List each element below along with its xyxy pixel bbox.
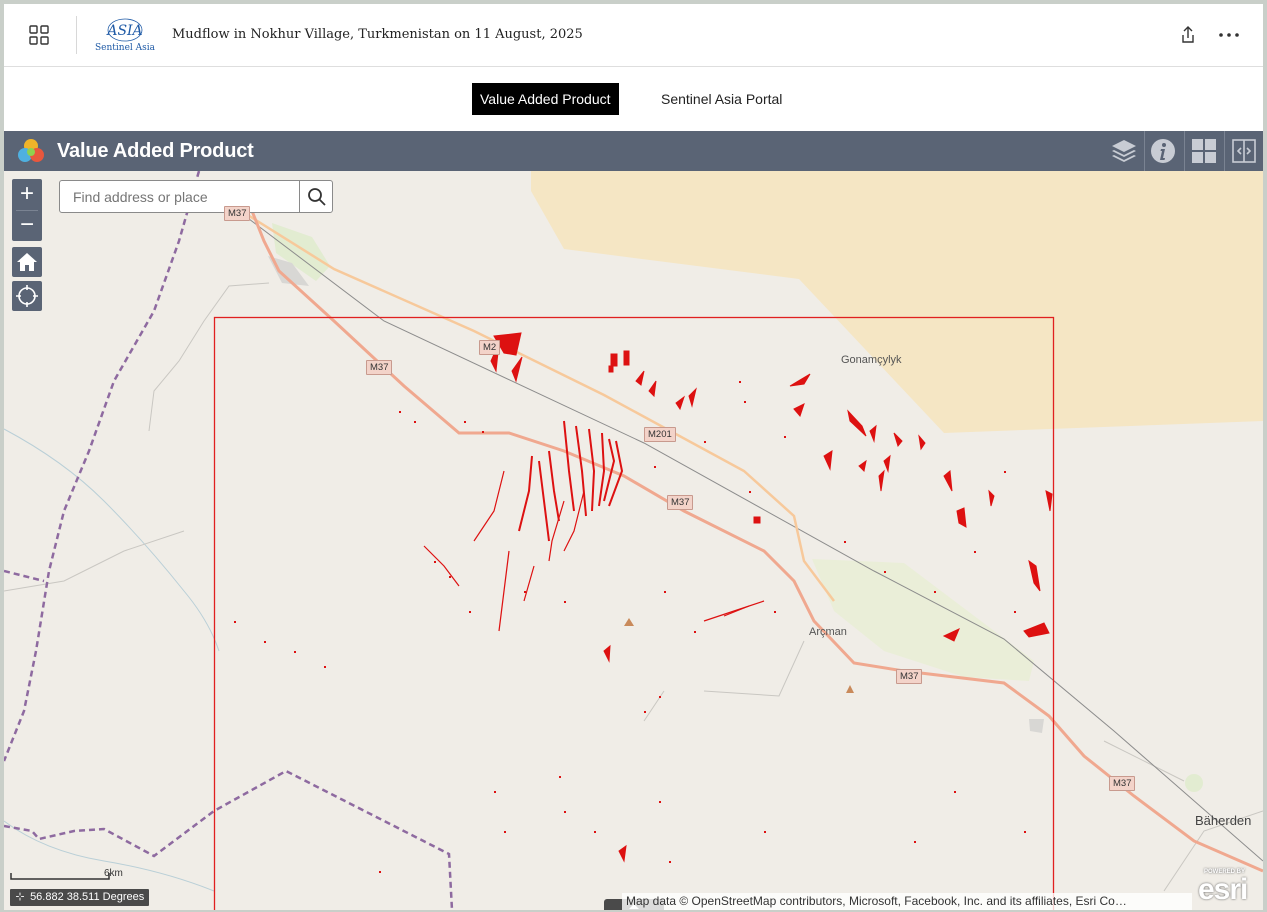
desert-area	[531, 171, 1263, 433]
esri-logo[interactable]: POWERED BY esri	[1196, 867, 1256, 907]
search-widget	[59, 180, 333, 213]
road-shield: M201	[644, 427, 676, 442]
tab-sentinel-asia-portal[interactable]: Sentinel Asia Portal	[653, 83, 790, 115]
app-frame: ASIA Sentinel Asia Mudflow in Nokhur Vil…	[4, 4, 1263, 910]
header: ASIA Sentinel Asia Mudflow in Nokhur Vil…	[4, 4, 1263, 67]
place-label: Arçman	[809, 626, 847, 638]
header-divider	[76, 16, 77, 54]
map-view[interactable]: + − Find address or place M37 M37 M2 M20…	[4, 171, 1263, 910]
road-shield: M37	[1109, 776, 1136, 791]
app-logo-icon	[16, 136, 46, 166]
urban-area	[1029, 719, 1044, 733]
basemap	[4, 171, 1263, 910]
info-icon[interactable]	[1149, 137, 1177, 165]
grid-icon[interactable]	[26, 22, 52, 48]
layers-icon[interactable]	[1110, 137, 1138, 165]
logo-text: Sentinel Asia	[94, 43, 155, 53]
peak-marker	[846, 685, 854, 693]
search-icon[interactable]	[299, 181, 333, 212]
esri-word: esri	[1198, 873, 1248, 906]
appbar-separator	[1184, 131, 1185, 171]
road-shield: M37	[667, 495, 694, 510]
appbar-separator	[1144, 131, 1145, 171]
crosshair-icon: ⊹	[15, 891, 25, 903]
park-area	[1185, 774, 1203, 792]
place-label: Bäherden	[1195, 813, 1252, 828]
scale-bar	[10, 873, 110, 880]
river	[4, 428, 220, 652]
swipe-icon[interactable]	[1230, 137, 1258, 165]
place-label: Gonamçylyk	[841, 354, 902, 366]
home-icon[interactable]	[12, 247, 42, 277]
more-horizontal-icon[interactable]	[1216, 24, 1242, 46]
search-input[interactable]	[61, 182, 286, 211]
coordinate-readout[interactable]: ⊹ 56.882 38.511 Degrees	[10, 889, 150, 906]
sentinel-asia-logo[interactable]: ASIA Sentinel Asia	[94, 16, 156, 56]
zoom-out-button[interactable]: −	[12, 210, 42, 240]
tab-value-added-product[interactable]: Value Added Product	[472, 83, 619, 115]
app-bar-title: Value Added Product	[57, 140, 254, 162]
page-title: Mudflow in Nokhur Village, Turkmenistan …	[172, 27, 583, 42]
road-shield: M37	[896, 669, 923, 684]
road-shield: M37	[224, 206, 251, 221]
peak-marker	[624, 618, 634, 626]
locate-icon[interactable]	[12, 281, 42, 311]
zoom-in-button[interactable]: +	[12, 179, 42, 209]
appbar-separator	[1224, 131, 1225, 171]
park-area	[812, 559, 1034, 681]
road-shield: M2	[479, 340, 501, 355]
coordinate-text: 56.882 38.511 Degrees	[30, 891, 145, 903]
basemap-gallery-icon[interactable]	[1190, 137, 1218, 165]
logo-mark: ASIA	[105, 23, 142, 39]
map-app-bar: Value Added Product	[4, 131, 1263, 171]
road-shield: M37	[366, 360, 393, 375]
zoom-control: + −	[12, 179, 42, 241]
share-icon[interactable]	[1178, 24, 1198, 46]
map-attribution[interactable]: Map data © OpenStreetMap contributors, M…	[622, 893, 1192, 910]
